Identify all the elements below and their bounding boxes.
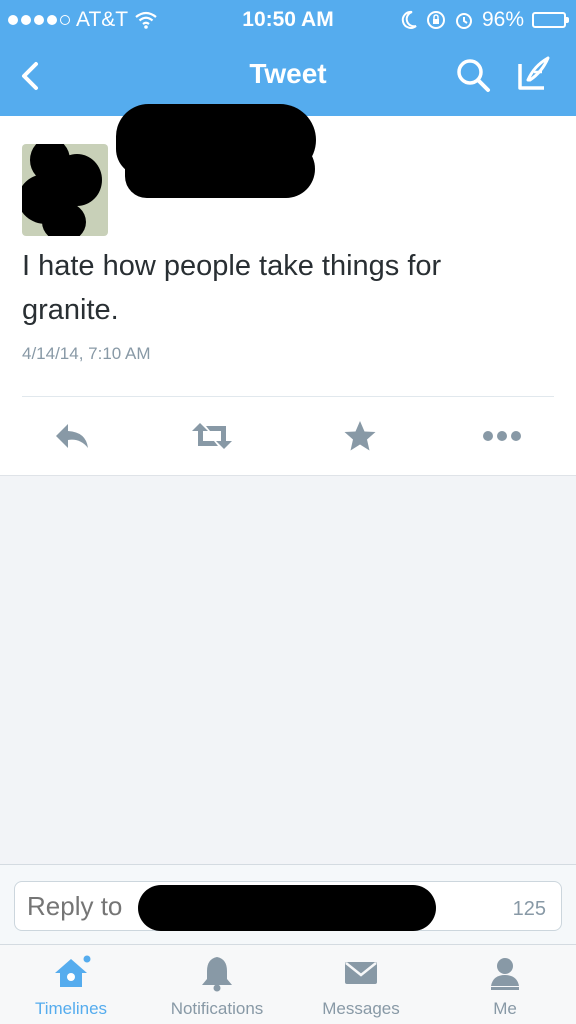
- rotation-lock-icon: [426, 11, 445, 29]
- moon-icon: [401, 10, 417, 29]
- tweet-card: I hate how people take things for granit…: [0, 104, 576, 476]
- redacted-reply-handle: [138, 885, 436, 931]
- tab-label: Notifications: [170, 999, 264, 1018]
- avatar[interactable]: [22, 144, 108, 236]
- more-icon: [483, 431, 521, 441]
- tab-messages[interactable]: Messages: [296, 953, 426, 1023]
- tab-label: Timelines: [34, 999, 108, 1018]
- favorite-button[interactable]: [338, 414, 382, 458]
- reply-bar: 125: [0, 864, 576, 944]
- home-icon: [55, 955, 91, 987]
- bell-icon: [202, 957, 232, 992]
- compose-icon[interactable]: [514, 54, 554, 94]
- star-icon: [344, 421, 376, 451]
- status-right-group: 96%: [400, 8, 569, 32]
- envelope-icon: [345, 962, 377, 984]
- tab-me[interactable]: Me: [440, 953, 570, 1023]
- search-icon[interactable]: [454, 56, 492, 94]
- divider: [22, 396, 554, 397]
- person-icon: [491, 958, 519, 990]
- battery-percent: 96%: [481, 8, 524, 31]
- tab-bar: Timelines Notifications Messages Me: [0, 944, 576, 1024]
- status-bar: AT&T 10:50 AM 96%: [0, 0, 576, 38]
- reply-button[interactable]: [50, 414, 94, 458]
- reply-icon: [56, 424, 88, 448]
- top-bar: AT&T 10:50 AM 96% Tweet: [0, 0, 576, 116]
- tweet-text: I hate how people take things for granit…: [22, 250, 442, 326]
- more-button[interactable]: [480, 414, 524, 458]
- tweet-timestamp: 4/14/14, 7:10 AM: [22, 344, 151, 363]
- tab-notifications[interactable]: Notifications: [152, 953, 282, 1023]
- tab-label: Me: [493, 999, 517, 1018]
- alarm-icon: [455, 13, 472, 29]
- character-count: 125: [512, 898, 546, 920]
- retweet-button[interactable]: [190, 414, 234, 458]
- tweet-actions: [0, 414, 576, 458]
- retweet-icon: [192, 423, 232, 449]
- tab-label: Messages: [322, 999, 400, 1018]
- redacted-username: [125, 140, 315, 198]
- tab-timelines[interactable]: Timelines: [6, 953, 136, 1023]
- battery-icon: [532, 12, 569, 28]
